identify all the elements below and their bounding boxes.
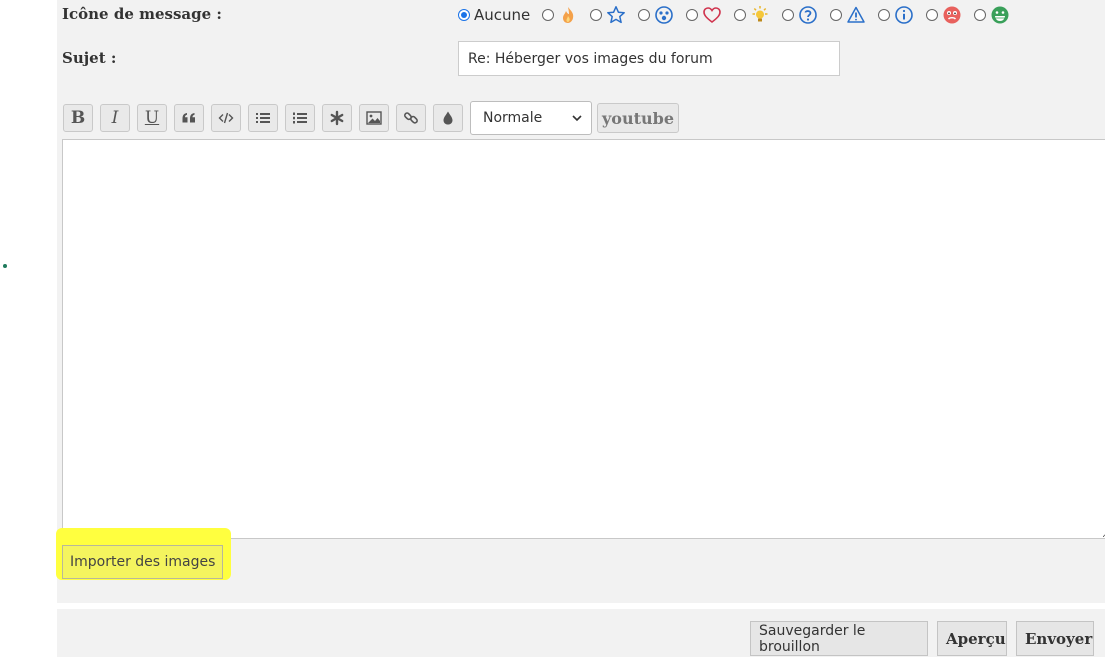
numbered-list-button[interactable]	[285, 104, 315, 132]
radio-button[interactable]	[590, 9, 603, 21]
stray-dot	[3, 264, 7, 268]
bold-button[interactable]: B	[63, 104, 93, 132]
radio-button[interactable]	[926, 9, 939, 21]
fire-icon	[563, 7, 574, 23]
radio-button[interactable]	[458, 9, 470, 21]
icon-option-sad[interactable]	[926, 5, 962, 25]
image-button[interactable]	[359, 104, 389, 132]
icon-option-question[interactable]	[782, 5, 818, 25]
quote-icon	[182, 113, 195, 123]
grin-face-icon	[991, 6, 1009, 24]
message-icon-options: Aucune	[458, 3, 1022, 27]
link-button[interactable]	[396, 104, 426, 132]
icon-option-bulb[interactable]	[734, 5, 770, 25]
italic-button[interactable]: I	[100, 104, 130, 132]
sad-face-icon	[943, 6, 961, 24]
font-size-select[interactable]: Normale	[470, 101, 592, 135]
message-editor[interactable]	[62, 139, 1105, 539]
message-icon-label: Icône de message :	[62, 5, 222, 23]
bullet-list-icon	[256, 113, 270, 123]
bullet-list-button[interactable]	[248, 104, 278, 132]
icon-option-info[interactable]	[878, 5, 914, 25]
chevron-down-icon	[572, 115, 582, 122]
radio-button[interactable]	[782, 9, 795, 21]
radio-button[interactable]	[830, 9, 843, 21]
link-icon	[404, 112, 418, 124]
icon-option-fire[interactable]	[542, 5, 578, 25]
icon-option-none-label: Aucune	[474, 6, 531, 24]
bulb-icon	[752, 6, 768, 22]
youtube-button[interactable]: youtube	[597, 103, 679, 133]
code-icon	[218, 112, 234, 124]
icon-option-grin[interactable]	[974, 5, 1010, 25]
bbcode-toolbar: B I U Normale youtube	[63, 101, 679, 135]
font-size-selected: Normale	[483, 110, 543, 126]
radio-button[interactable]	[878, 9, 891, 21]
surprised-face-icon	[655, 6, 674, 24]
radio-button[interactable]	[686, 9, 699, 21]
heart-icon	[703, 7, 722, 24]
subject-input[interactable]	[458, 41, 840, 76]
asterisk-icon	[330, 110, 344, 126]
quote-button[interactable]	[174, 104, 204, 132]
radio-button[interactable]	[638, 9, 651, 21]
icon-option-none[interactable]: Aucune	[458, 6, 530, 24]
icon-option-surprised[interactable]	[638, 5, 674, 25]
info-icon	[895, 6, 914, 24]
question-icon	[799, 6, 818, 24]
numbered-list-icon	[293, 112, 307, 124]
underline-button[interactable]: U	[137, 104, 167, 132]
radio-button[interactable]	[542, 9, 555, 21]
import-images-button[interactable]: Importer des images	[62, 545, 224, 579]
save-draft-button[interactable]: Sauvegarder le brouillon	[750, 621, 928, 656]
icon-option-heart[interactable]	[686, 5, 722, 25]
radio-button[interactable]	[734, 9, 747, 21]
preview-button[interactable]: Aperçu	[937, 621, 1007, 656]
code-button[interactable]	[211, 104, 241, 132]
radio-button[interactable]	[974, 9, 987, 21]
subject-label: Sujet :	[62, 49, 117, 67]
color-drop-icon	[443, 111, 453, 125]
image-icon	[366, 111, 382, 125]
icon-option-star[interactable]	[590, 5, 626, 25]
list-item-button[interactable]	[322, 104, 352, 132]
color-button[interactable]	[433, 104, 463, 132]
submit-button[interactable]: Envoyer	[1016, 621, 1094, 656]
star-icon	[607, 6, 626, 24]
icon-option-warning[interactable]	[830, 5, 866, 25]
warning-icon	[847, 6, 866, 23]
